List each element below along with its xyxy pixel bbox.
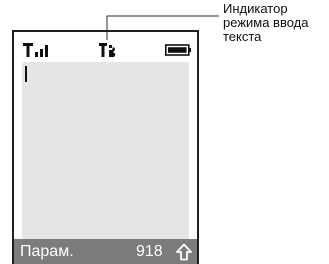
text-input-mode-icon xyxy=(99,43,116,57)
phone-display: Парам. 918 xyxy=(12,30,199,264)
input-mode-callout-label: Индикатор режима ввода текста xyxy=(223,1,309,44)
softkey-bar: Парам. 918 xyxy=(14,239,197,264)
up-arrow-icon xyxy=(176,243,192,261)
status-bar xyxy=(14,32,197,60)
signal-strength-icon xyxy=(23,43,48,57)
text-input-area[interactable] xyxy=(22,62,189,239)
battery-icon xyxy=(165,44,191,56)
options-softkey[interactable]: Парам. xyxy=(20,243,74,261)
text-cursor xyxy=(25,66,27,82)
remaining-chars-counter: 918 xyxy=(136,243,163,260)
